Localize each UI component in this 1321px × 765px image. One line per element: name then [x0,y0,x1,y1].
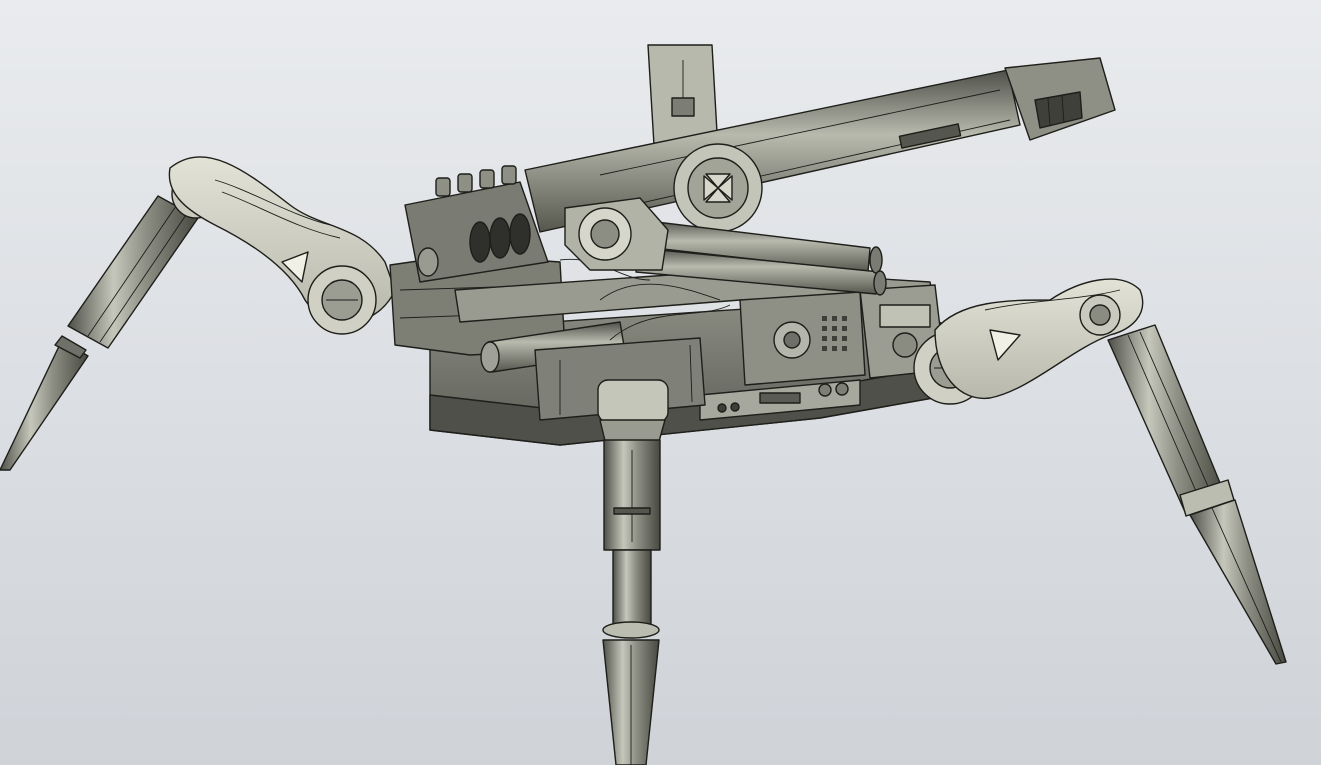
right-leg[interactable] [913,278,1287,665]
cad-viewport[interactable] [0,0,1321,765]
left-foot-spike[interactable] [0,339,89,471]
front-leg-hip-bracket[interactable] [597,379,669,423]
left-shin[interactable] [67,195,199,349]
front-leg-shin[interactable] [612,549,652,631]
turret[interactable] [404,44,1116,296]
right-foot-spike[interactable] [1189,499,1287,665]
front-leg[interactable] [597,379,669,765]
front-leg-collar[interactable] [602,621,660,639]
left-leg[interactable] [0,156,396,471]
right-shin[interactable] [1107,324,1226,513]
robot-model-canvas[interactable] [0,0,1321,765]
